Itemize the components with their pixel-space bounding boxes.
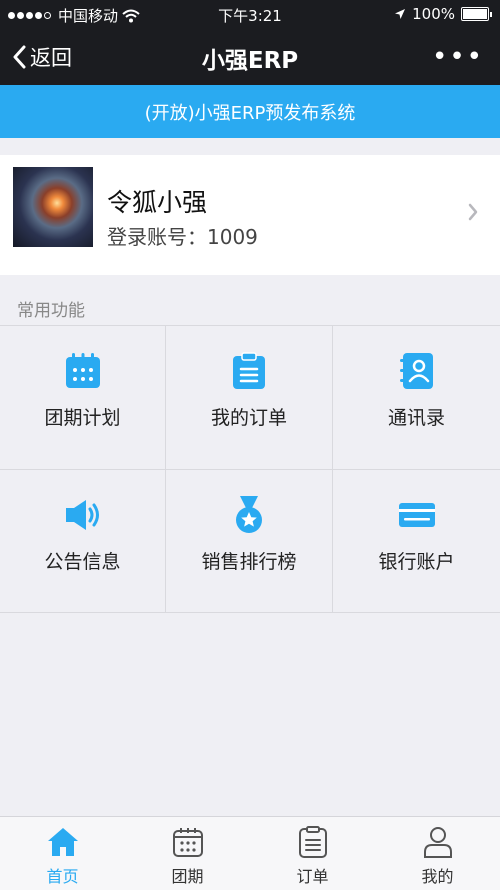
- clipboard-icon: [229, 351, 269, 391]
- profile-account: 登录账号：1009: [107, 225, 258, 249]
- function-label: 公告信息: [44, 551, 121, 573]
- section-title: 常用功能: [17, 301, 85, 321]
- home-icon: [46, 825, 80, 859]
- clipboard-icon: [296, 825, 330, 859]
- function-grid: 团期计划 我的订单 通讯录 公告信息 销售排行榜 银行账户: [0, 325, 500, 613]
- profile-name: 令狐小强: [107, 188, 208, 217]
- calendar-icon: [171, 825, 205, 859]
- function-item-tour-plan[interactable]: 团期计划: [0, 325, 166, 469]
- bank-card-icon: [397, 495, 437, 535]
- function-item-bank-accounts[interactable]: 银行账户: [333, 469, 500, 613]
- contacts-book-icon: [397, 351, 437, 391]
- function-label: 销售排行榜: [201, 551, 297, 573]
- battery-percent: 100%: [412, 5, 455, 23]
- battery-icon: [461, 7, 489, 21]
- chevron-right-icon: [468, 203, 478, 221]
- tab-label: 首页: [46, 867, 79, 886]
- calendar-icon: [63, 351, 103, 391]
- tab-home[interactable]: 首页: [0, 817, 125, 890]
- user-icon: [421, 825, 455, 859]
- function-label: 我的订单: [210, 407, 287, 429]
- location-arrow-icon: [395, 9, 406, 19]
- function-item-sales-ranking[interactable]: 销售排行榜: [166, 469, 333, 613]
- medal-icon: [229, 495, 269, 535]
- tab-orders[interactable]: 订单: [250, 817, 375, 890]
- status-bar: 中国移动 下午3:21 100%: [0, 0, 500, 28]
- function-item-my-orders[interactable]: 我的订单: [166, 325, 333, 469]
- avatar: [13, 167, 93, 247]
- function-label: 团期计划: [44, 407, 121, 429]
- function-label: 通讯录: [387, 407, 445, 429]
- tab-label: 我的: [421, 867, 454, 886]
- nav-bar: 返回 小强ERP •••: [0, 28, 500, 85]
- more-options-button[interactable]: •••: [432, 42, 484, 72]
- tab-label: 团期: [171, 867, 204, 886]
- tab-tour-dates[interactable]: 团期: [125, 817, 250, 890]
- function-label: 银行账户: [378, 551, 455, 573]
- battery-tip: [490, 11, 492, 17]
- function-item-announcements[interactable]: 公告信息: [0, 469, 166, 613]
- function-item-contacts[interactable]: 通讯录: [333, 325, 500, 469]
- speaker-icon: [63, 495, 103, 535]
- system-banner: (开放)小强ERP预发布系统: [0, 85, 500, 138]
- tab-label: 订单: [296, 867, 329, 886]
- tab-me[interactable]: 我的: [375, 817, 500, 890]
- profile-card[interactable]: 令狐小强 登录账号：1009: [0, 155, 500, 275]
- page-title: 小强ERP: [201, 48, 299, 74]
- bottom-tab-bar: 首页 团期 订单 我的: [0, 816, 500, 890]
